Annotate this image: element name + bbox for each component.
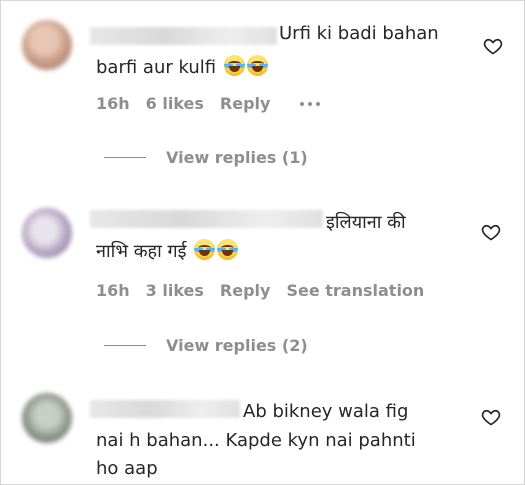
like-heart-icon[interactable] bbox=[481, 222, 501, 242]
timestamp: 16h bbox=[96, 94, 130, 113]
likes-count[interactable]: 3 likes bbox=[146, 281, 204, 301]
comment-meta: 16h 6 likes Reply bbox=[96, 94, 321, 114]
laughing-emoji-icon bbox=[194, 239, 216, 260]
view-replies-label[interactable]: View replies (2) bbox=[166, 336, 308, 355]
reply-button[interactable]: Reply bbox=[220, 281, 271, 301]
comment-text-line: ho aap bbox=[96, 458, 158, 479]
view-replies-button[interactable]: View replies (2) bbox=[104, 336, 308, 355]
username-redacted[interactable]: user bbox=[90, 27, 277, 45]
laughing-emoji-icon bbox=[246, 55, 268, 76]
avatar[interactable] bbox=[22, 208, 72, 258]
divider-line bbox=[104, 157, 146, 158]
username-redacted[interactable]: user bbox=[90, 210, 323, 228]
username-redacted[interactable]: user bbox=[90, 400, 240, 418]
comment-text-line: नाभि कहा गई bbox=[96, 236, 239, 267]
laughing-emoji-icon bbox=[217, 239, 239, 260]
laughing-emoji-icon bbox=[223, 55, 245, 76]
view-replies-button[interactable]: View replies (1) bbox=[104, 148, 308, 167]
see-translation-button[interactable]: See translation bbox=[286, 281, 424, 301]
view-replies-label[interactable]: View replies (1) bbox=[166, 148, 308, 167]
like-heart-icon[interactable] bbox=[483, 36, 503, 56]
comment-text-line-2: नाभि कहा गई bbox=[96, 241, 187, 262]
like-heart-icon[interactable] bbox=[481, 407, 501, 427]
more-options-icon[interactable] bbox=[300, 102, 321, 106]
reply-button[interactable]: Reply bbox=[220, 94, 271, 114]
divider-line bbox=[104, 345, 146, 346]
comment-text-line: nai h bahan... Kapde kyn nai pahnti bbox=[96, 430, 416, 451]
comment-text-line: इलियाना की bbox=[326, 212, 406, 233]
comment-text-line: Ab bikney wala fig bbox=[243, 401, 409, 422]
avatar[interactable] bbox=[22, 20, 72, 70]
comment-meta: 16h 3 likes Reply See translation bbox=[96, 281, 424, 301]
likes-count[interactable]: 6 likes bbox=[146, 94, 204, 114]
comment-text-line: Urfi ki badi bahan bbox=[279, 23, 439, 44]
timestamp: 16h bbox=[96, 281, 130, 300]
avatar[interactable] bbox=[22, 393, 72, 443]
comment-text-line-2: barfi aur kulfi bbox=[96, 57, 217, 78]
comment-text-line: barfi aur kulfi bbox=[96, 52, 268, 83]
